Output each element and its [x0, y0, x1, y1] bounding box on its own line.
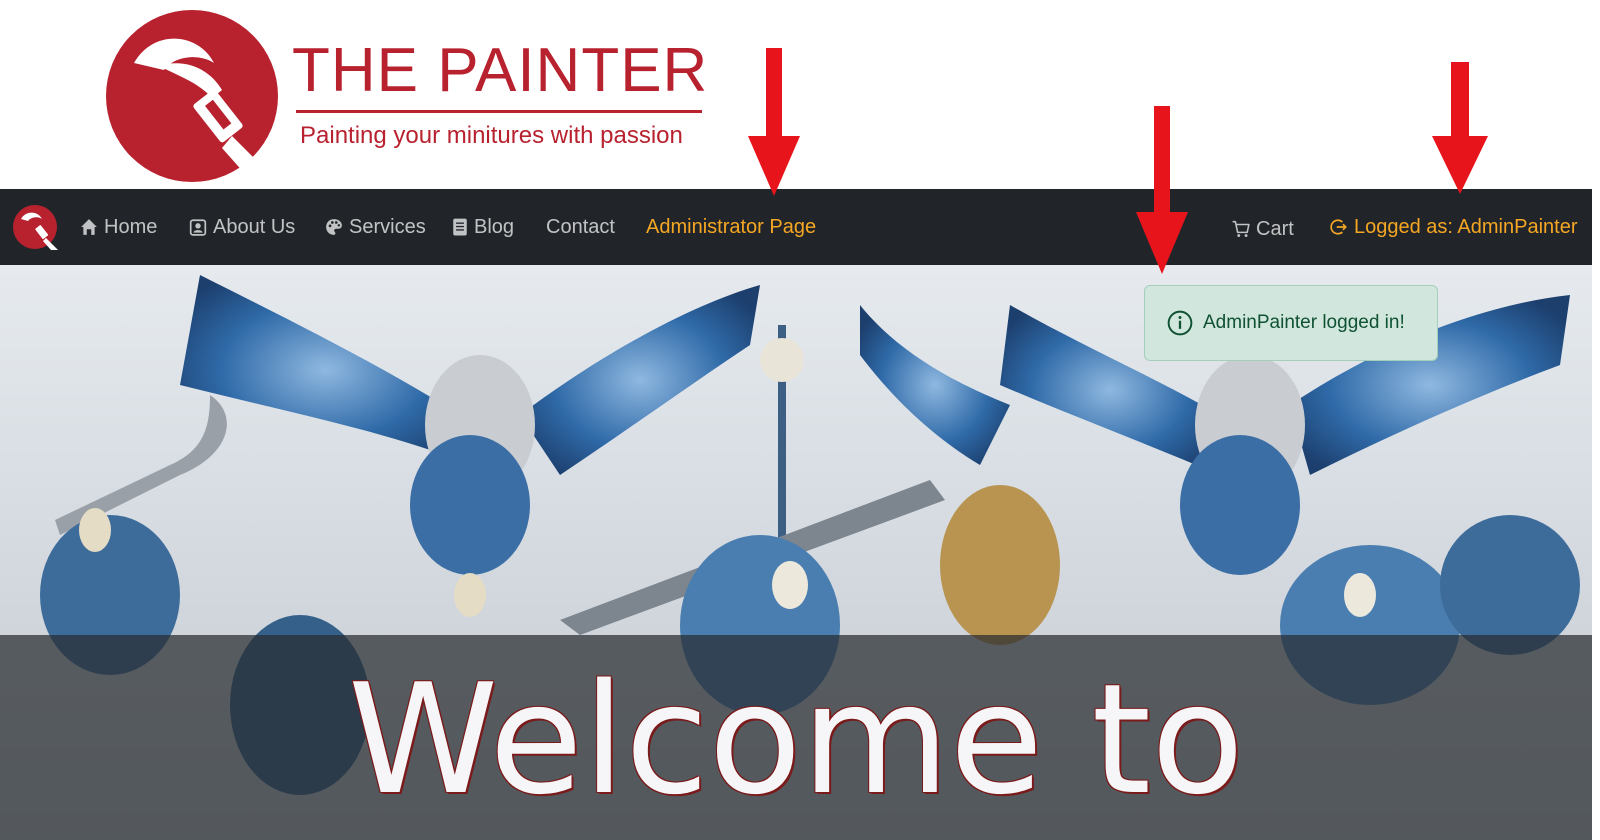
- brand-divider: [296, 110, 702, 113]
- cart-icon: [1232, 220, 1250, 237]
- main-navbar: Home About Us Services Blog Contact Admi…: [0, 189, 1592, 265]
- nav-services[interactable]: Services: [325, 211, 426, 243]
- home-icon: [81, 219, 97, 235]
- nav-administrator-page-label: Administrator Page: [646, 215, 817, 238]
- navbar-logo[interactable]: [12, 204, 58, 250]
- palette-icon: [326, 219, 342, 235]
- logout-icon: [1330, 219, 1347, 235]
- annotation-arrow-admin: [748, 48, 800, 196]
- nav-blog-label: Blog: [474, 215, 515, 238]
- brand-tagline: Painting your minitures with passion: [300, 122, 683, 149]
- annotation-arrow-toast: [1136, 106, 1188, 274]
- brand-title: THE PAINTER: [292, 36, 709, 105]
- login-toast: AdminPainter logged in!: [1144, 285, 1438, 361]
- nav-cart[interactable]: Cart: [1232, 213, 1294, 245]
- nav-administrator-page[interactable]: Administrator Page: [646, 211, 816, 243]
- nav-services-label: Services: [349, 215, 426, 238]
- document-icon: [453, 218, 467, 236]
- nav-contact[interactable]: Contact: [546, 211, 615, 243]
- login-toast-message: AdminPainter logged in!: [1203, 312, 1405, 333]
- site-header: THE PAINTER Painting your minitures with…: [0, 0, 1600, 189]
- brand-logo[interactable]: [104, 8, 280, 184]
- nav-logged-user[interactable]: Logged as: AdminPainter: [1330, 211, 1578, 243]
- nav-contact-label: Contact: [546, 215, 615, 238]
- info-icon: [1167, 310, 1193, 336]
- annotation-arrow-user: [1432, 62, 1488, 194]
- nav-about-us[interactable]: About Us: [189, 211, 295, 243]
- hero-title: Welcome to: [347, 651, 1245, 828]
- nav-home[interactable]: Home: [80, 211, 157, 243]
- person-badge-icon: [189, 219, 207, 236]
- nav-home-label: Home: [104, 215, 158, 238]
- nav-logged-user-label: Logged as: AdminPainter: [1354, 215, 1578, 238]
- nav-cart-label: Cart: [1256, 217, 1294, 240]
- nav-about-us-label: About Us: [213, 215, 296, 238]
- nav-blog[interactable]: Blog: [452, 211, 514, 243]
